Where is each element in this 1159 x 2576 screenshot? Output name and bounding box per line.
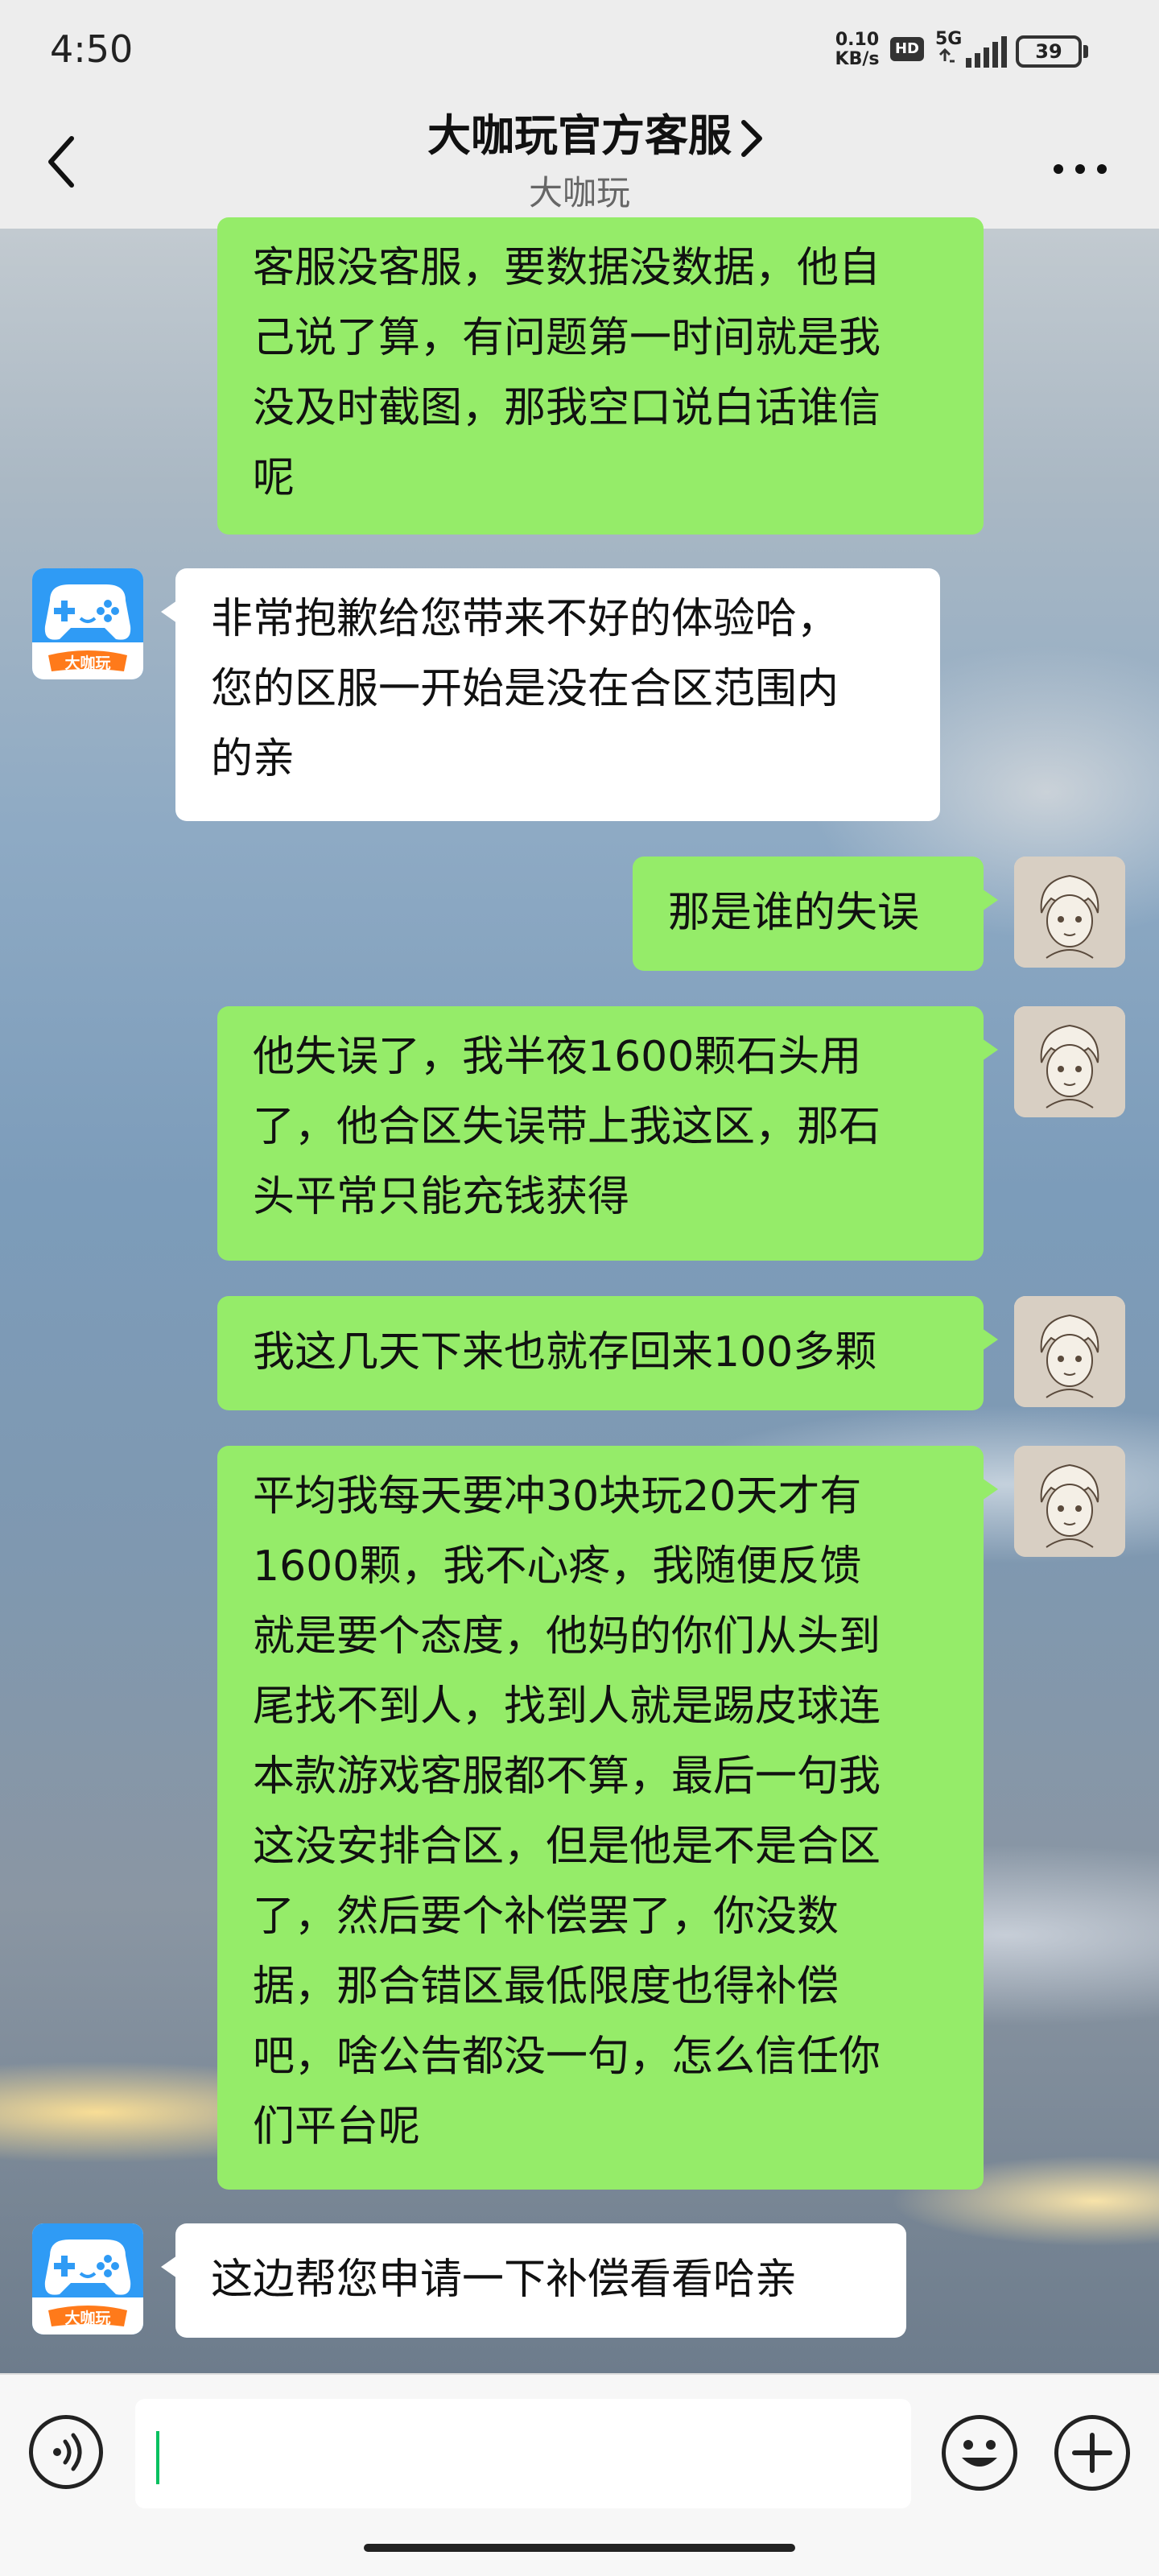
chat-subtitle: 大咖玩 <box>528 173 630 213</box>
chevron-left-icon <box>48 136 74 188</box>
status-time: 4:50 <box>50 27 134 71</box>
message-bubble-mine[interactable]: 我这几天下来也就存回来100多颗 <box>217 1296 998 1410</box>
network-speed-value: 0.10 <box>835 30 880 50</box>
hd-badge: HD <box>890 37 924 61</box>
signal-strength-icon <box>938 36 1007 68</box>
smile-icon <box>962 2440 997 2467</box>
voice-input-button[interactable] <box>29 2415 103 2489</box>
more-options-button[interactable] <box>1046 145 1114 193</box>
plus-icon <box>1072 2433 1112 2473</box>
anime-avatar-icon <box>1014 1296 1125 1407</box>
user-avatar[interactable] <box>1014 857 1125 968</box>
user-avatar[interactable] <box>1014 1296 1125 1407</box>
network-speed: 0.10 KB/s <box>831 31 884 69</box>
text-cursor <box>156 2431 159 2484</box>
message-bubble-mine[interactable]: 平均我每天要冲30块玩20天才有 1600颗，我不心疼，我随便反馈 就是要个态度… <box>217 1446 998 2190</box>
anime-avatar-icon <box>1014 857 1125 968</box>
status-bar: 4:50 0.10 KB/s HD 5G 39 <box>0 0 1159 97</box>
chat-header: 大咖玩官方客服 大咖玩 <box>0 97 1159 229</box>
message-bubble-mine[interactable]: 那是谁的失误 <box>633 857 998 971</box>
voice-icon <box>53 2433 82 2471</box>
chevron-right-icon[interactable] <box>732 114 773 163</box>
svg-text:大咖玩: 大咖玩 <box>64 2309 110 2327</box>
emoji-button[interactable] <box>942 2415 1017 2491</box>
battery-cap <box>1083 45 1088 58</box>
anime-avatar-icon <box>1014 1006 1125 1117</box>
app-avatar[interactable]: 大咖玩 <box>32 568 143 679</box>
message-bubble-theirs[interactable]: 非常抱歉给您带来不好的体验哈， 您的区服一开始是没在合区范围内 的亲 <box>161 568 940 821</box>
more-icon <box>1054 164 1107 174</box>
message-bubble-mine[interactable]: 他失误了，我半夜1600颗石头用 了，他合区失误带上我这区，那石 头平常只能充钱… <box>217 1006 998 1261</box>
anime-avatar-icon <box>1014 1446 1125 1557</box>
user-avatar[interactable] <box>1014 1446 1125 1557</box>
gamepad-logo-icon: 大咖玩 <box>32 568 143 679</box>
battery-level: 39 <box>1035 40 1062 63</box>
message-input[interactable] <box>135 2399 911 2508</box>
message-bubble-mine[interactable]: 客服没客服，要数据没数据，他自 己说了算，有问题第一时间就是我 没及时截图，那我… <box>217 217 984 535</box>
svg-text:大咖玩: 大咖玩 <box>64 654 110 672</box>
app-avatar[interactable]: 大咖玩 <box>32 2223 143 2334</box>
back-button[interactable] <box>32 129 89 195</box>
battery-icon: 39 <box>1016 35 1088 68</box>
more-functions-button[interactable] <box>1054 2415 1130 2491</box>
user-avatar[interactable] <box>1014 1006 1125 1117</box>
chat-title[interactable]: 大咖玩官方客服 <box>378 108 781 164</box>
network-speed-unit: KB/s <box>835 49 880 69</box>
home-indicator[interactable] <box>364 2544 795 2552</box>
gamepad-logo-icon: 大咖玩 <box>32 2223 143 2334</box>
message-bubble-theirs[interactable]: 这边帮您申请一下补偿看看哈亲 <box>161 2223 906 2338</box>
